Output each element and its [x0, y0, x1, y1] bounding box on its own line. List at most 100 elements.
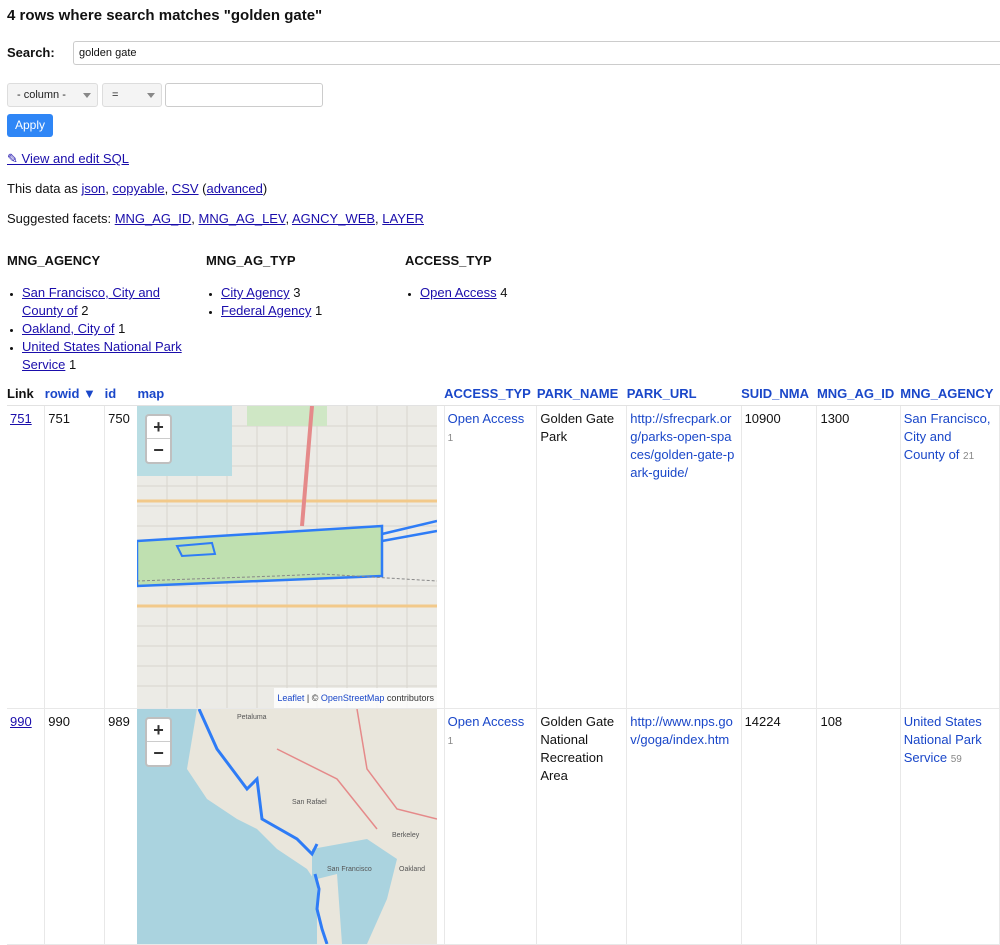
sep: ,: [164, 181, 172, 196]
th-park-url[interactable]: PARK_URL: [626, 384, 742, 406]
facet-link[interactable]: Oakland, City of: [22, 321, 115, 336]
th-rowid[interactable]: rowid ▼: [44, 384, 105, 406]
cell-access-typ: Open Access 1: [444, 405, 538, 709]
facet-count: 1: [68, 357, 77, 372]
chevron-down-icon: [147, 93, 155, 98]
zoom-in-button[interactable]: +: [146, 416, 170, 439]
column-select[interactable]: - column -: [7, 83, 98, 107]
facet-mng-ag-typ: MNG_AG_TYP City Agency 3 Federal Agency …: [206, 253, 396, 320]
access-link[interactable]: Open Access: [448, 714, 525, 729]
cell-id: 989: [104, 708, 138, 945]
suggested-facet-link[interactable]: MNG_AG_ID: [115, 211, 192, 226]
facet-title: MNG_AG_TYP: [206, 253, 296, 268]
suggested-facet-link[interactable]: LAYER: [382, 211, 424, 226]
attribution-tail: contributors: [384, 693, 434, 703]
agency-count: 59: [950, 754, 962, 765]
cell-map: Petaluma San Rafael San Francisco Berkel…: [136, 708, 445, 945]
attribution-sep: | ©: [304, 693, 321, 703]
suggested-facets: Suggested facets: MNG_AG_ID, MNG_AG_LEV,…: [7, 211, 424, 226]
operator-select-label: =: [112, 89, 119, 101]
map-attribution: Leaflet | © OpenStreetMap contributors: [274, 688, 437, 708]
operator-select[interactable]: =: [102, 83, 162, 107]
paren-open: (: [198, 181, 207, 196]
zoom-out-button[interactable]: −: [147, 439, 170, 462]
search-row: Search:: [7, 41, 1000, 65]
map-label: Berkeley: [392, 832, 420, 839]
facet-link[interactable]: City Agency: [221, 285, 290, 300]
facet-link[interactable]: United States National Park Service: [22, 339, 182, 372]
leaflet-link[interactable]: Leaflet: [277, 693, 304, 703]
suggested-facet-link[interactable]: MNG_AG_LEV: [199, 211, 286, 226]
zoom-control: + −: [144, 414, 172, 464]
zoom-in-button[interactable]: +: [146, 719, 170, 742]
sep: ,: [105, 181, 113, 196]
access-count: 1: [447, 736, 454, 747]
facet-count: 4: [500, 285, 508, 300]
agency-link[interactable]: United States National Park Service: [904, 714, 982, 765]
zoom-control: + −: [144, 717, 172, 767]
csv-link[interactable]: CSV: [172, 181, 199, 196]
cell-mng-agency: United States National Park Service 59: [900, 708, 1000, 945]
osm-link[interactable]: OpenStreetMap: [321, 693, 385, 703]
column-select-label: - column -: [17, 89, 66, 101]
cell-mng-ag-id: 1300: [816, 405, 901, 709]
export-line: This data as json, copyable, CSV (advanc…: [7, 181, 267, 196]
json-link[interactable]: json: [81, 181, 105, 196]
suggested-facet-link[interactable]: AGNCY_WEB: [292, 211, 375, 226]
map-golden-gate-park[interactable]: + − Leaflet | © OpenStreetMap contributo…: [136, 406, 437, 708]
cell-rowid: 990: [44, 708, 106, 945]
table-row: 751 751 750 + − Leaflet | © OpenStreetMa…: [7, 405, 1000, 709]
facet-count: 1: [314, 303, 323, 318]
cell-link: 751: [7, 405, 46, 709]
map-label: Petaluma: [237, 714, 267, 721]
map-golden-gate-nra[interactable]: Petaluma San Rafael San Francisco Berkel…: [136, 709, 437, 944]
suggested-prefix: Suggested facets:: [7, 211, 115, 226]
th-mng-ag-id[interactable]: MNG_AG_ID: [816, 384, 901, 406]
copyable-link[interactable]: copyable: [113, 181, 165, 196]
page-title: 4 rows where search matches "golden gate…: [7, 7, 323, 24]
cell-rowid: 751: [44, 405, 106, 709]
th-mng-agency[interactable]: MNG_AGENCY: [900, 384, 1000, 406]
presidio-area: [246, 406, 327, 426]
row-link[interactable]: 990: [10, 714, 32, 729]
search-input[interactable]: [73, 41, 1000, 65]
facet-link[interactable]: Open Access: [420, 285, 497, 300]
agency-link[interactable]: San Francisco, City and County of: [904, 411, 991, 462]
search-label: Search:: [7, 45, 55, 60]
cell-suid-nma: 10900: [741, 405, 818, 709]
th-access-typ[interactable]: ACCESS_TYP: [444, 384, 537, 406]
view-edit-sql-link[interactable]: ✎ View and edit SQL: [7, 151, 129, 166]
facet-item: City Agency 3: [221, 284, 396, 302]
facet-title: ACCESS_TYP: [405, 253, 492, 268]
facet-count: 2: [81, 303, 89, 318]
apply-button[interactable]: Apply: [7, 114, 53, 137]
row-link[interactable]: 751: [10, 411, 32, 426]
zoom-out-button[interactable]: −: [147, 742, 170, 765]
th-suid-nma[interactable]: SUID_NMA: [741, 384, 817, 406]
map-tiles: [136, 406, 437, 708]
facet-link[interactable]: Federal Agency: [221, 303, 311, 318]
access-count: 1: [447, 433, 454, 444]
facets: MNG_AGENCY San Francisco, City and Count…: [7, 253, 607, 378]
paren-close: ): [262, 181, 268, 196]
th-id[interactable]: id: [104, 384, 138, 406]
table-row: 990 990 989 Petaluma San Rafael San Fran…: [7, 708, 1000, 945]
th-map[interactable]: map: [137, 384, 445, 406]
access-link[interactable]: Open Access: [448, 411, 525, 426]
park-url-link[interactable]: http://sfrecpark.org/parks-open-spaces/g…: [630, 411, 734, 480]
facet-count: 1: [118, 321, 126, 336]
cell-park-url: http://sfrecpark.org/parks-open-spaces/g…: [626, 405, 742, 709]
cell-map: + − Leaflet | © OpenStreetMap contributo…: [136, 405, 445, 709]
facet-link[interactable]: San Francisco, City and County of: [22, 285, 160, 318]
cell-suid-nma: 14224: [741, 708, 818, 945]
th-park-name[interactable]: PARK_NAME: [536, 384, 627, 406]
cell-park-url: http://www.nps.gov/goga/index.htm: [626, 708, 742, 945]
park-url-link[interactable]: http://www.nps.gov/goga/index.htm: [630, 714, 733, 747]
chevron-down-icon: [83, 93, 91, 98]
map-tiles: Petaluma San Rafael San Francisco Berkel…: [136, 709, 437, 944]
cell-link: 990: [7, 708, 46, 945]
filter-value-input[interactable]: [165, 83, 323, 107]
facet-mng-agency: MNG_AGENCY San Francisco, City and Count…: [7, 253, 202, 374]
advanced-link[interactable]: advanced: [207, 181, 263, 196]
results-table: Link rowid ▼ id map ACCESS_TYP PARK_NAME…: [7, 384, 1000, 945]
